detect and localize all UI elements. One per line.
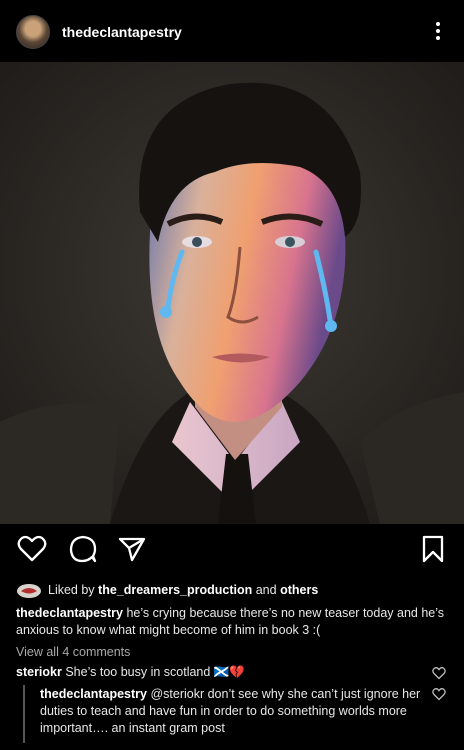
bookmark-icon[interactable] [418, 534, 448, 564]
portrait-painting [0, 62, 464, 524]
comment: steriokr She’s too busy in scotland 🏴󠁧󠁢󠁳… [16, 664, 426, 681]
reply-username[interactable]: thedeclantapestry [40, 687, 147, 701]
view-all-comments-link[interactable]: View all 4 comments [16, 645, 130, 659]
post-header: thedeclantapestry [0, 0, 464, 62]
post-image[interactable] [0, 62, 464, 524]
comment-reply: thedeclantapestry @steriokr don’t see wh… [40, 686, 425, 737]
send-icon[interactable] [117, 534, 147, 564]
post-caption: thedeclantapestry he’s crying because th… [16, 605, 452, 639]
liker-username[interactable]: the_dreamers_production [98, 583, 252, 597]
caption-username[interactable]: thedeclantapestry [16, 606, 123, 620]
reply-like-heart-icon[interactable] [432, 687, 446, 701]
more-vertical-icon[interactable] [430, 20, 446, 44]
heart-icon[interactable] [17, 534, 47, 564]
likes-summary[interactable]: Liked by the_dreamers_production and oth… [16, 582, 448, 600]
comment-text: She’s too busy in scotland 🏴󠁧󠁢󠁳󠁣󠁴󠁿💔 [61, 665, 245, 679]
comment-icon[interactable] [68, 534, 98, 564]
likes-others-link[interactable]: others [280, 583, 318, 597]
liker-avatar [17, 584, 41, 598]
comment-username[interactable]: steriokr [16, 665, 62, 679]
likes-text: Liked by the_dreamers_production and oth… [48, 583, 319, 597]
comment-like-heart-icon[interactable] [432, 666, 446, 680]
author-avatar[interactable] [16, 15, 50, 49]
author-username[interactable]: thedeclantapestry [62, 24, 182, 40]
reply-thread-line [23, 685, 25, 743]
post-actions [0, 534, 464, 568]
